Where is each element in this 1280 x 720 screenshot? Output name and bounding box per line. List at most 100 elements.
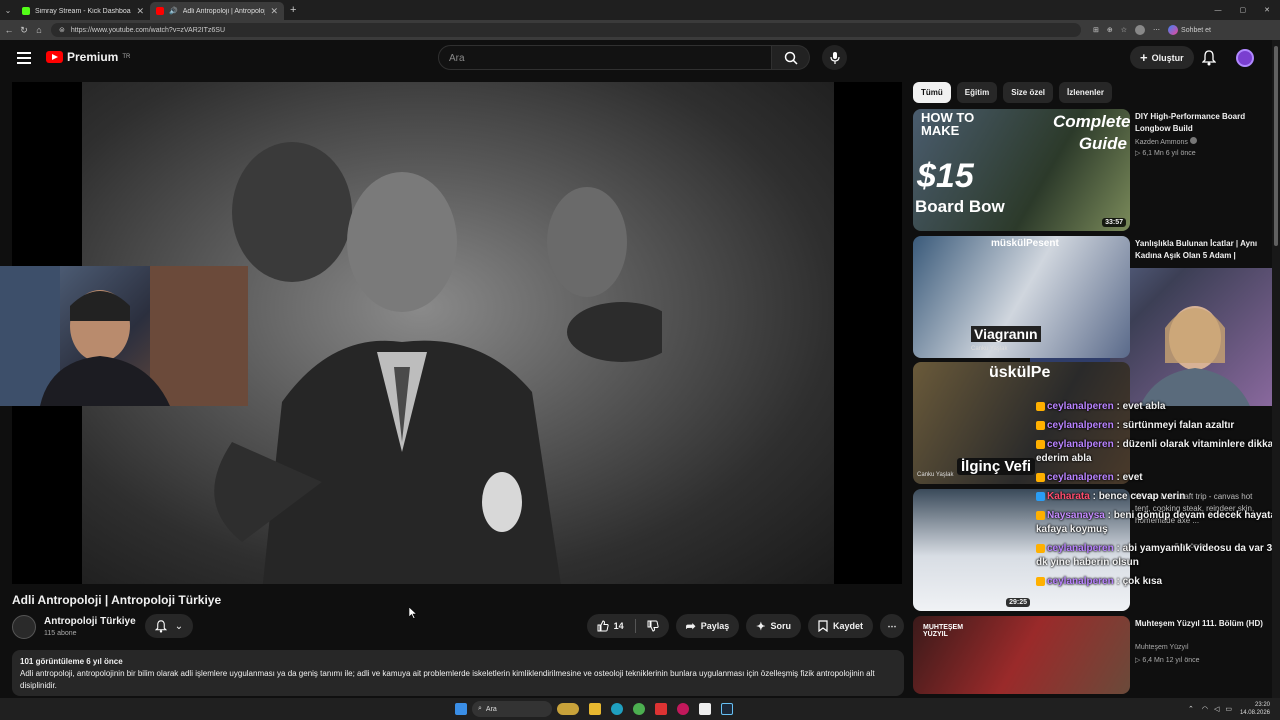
like-button[interactable]: 14 xyxy=(586,614,669,638)
search-button[interactable] xyxy=(772,45,810,70)
channel-name[interactable]: Kazden Ammons xyxy=(1135,137,1197,146)
windows-taskbar: ⌕ Ara ⌃ ◠ ◁ ▭ 23:20 14.08.2026 xyxy=(0,698,1280,720)
chip-education[interactable]: Eğitim xyxy=(956,82,998,103)
more-actions-button[interactable]: ⋯ xyxy=(880,614,904,638)
video-thumbnail[interactable]: HOW TO MAKE $15 Board Bow Complete Guide… xyxy=(913,109,1130,231)
youtube-icon xyxy=(156,7,164,15)
recommended-video[interactable]: MUHTEŞEM YÜZYIL Muhteşem Yüzyıl 111. Böl… xyxy=(913,616,1268,694)
page-scrollbar[interactable] xyxy=(1272,40,1280,698)
stream-chat-overlay: ceylanalperen : evet abla ceylanalperen … xyxy=(1036,400,1280,594)
account-avatar[interactable] xyxy=(1236,49,1254,67)
notifications-icon[interactable] xyxy=(1202,50,1216,66)
channel-name[interactable]: Muhteşem Yüzyıl xyxy=(1135,644,1189,651)
thumbs-up-icon xyxy=(597,620,609,632)
speaker-icon[interactable]: 🔊 xyxy=(169,7,178,15)
gallery-app-icon[interactable] xyxy=(676,703,689,715)
close-window-icon[interactable]: ✕ xyxy=(1264,6,1270,14)
thumbnail-text: Viagranın xyxy=(971,326,1041,342)
channel-name[interactable]: Antropoloji Türkiye xyxy=(44,616,136,627)
media-app-icon[interactable] xyxy=(654,703,667,715)
chat-label[interactable]: Sohbet et xyxy=(1181,27,1211,34)
clock-time: 23:20 xyxy=(1254,702,1270,708)
chat-message: ceylanalperen : abi yamyamlık videosu da… xyxy=(1036,543,1273,568)
thumbnail-text: müskülPesent xyxy=(991,238,1059,249)
steam-icon[interactable] xyxy=(720,703,733,715)
video-title[interactable]: Muhteşem Yüzyıl 111. Bölüm (HD) xyxy=(1135,618,1268,630)
file-explorer-icon[interactable] xyxy=(588,703,601,715)
video-thumbnail[interactable]: müskülPesent Viagranın Canku Yaşlak xyxy=(913,236,1130,358)
reload-icon[interactable]: ↻ xyxy=(18,25,30,36)
wifi-icon[interactable]: ◠ xyxy=(1202,705,1208,713)
video-title[interactable]: DIY High-Performance Board Longbow Build xyxy=(1135,111,1268,135)
tray-chevron-icon[interactable]: ⌃ xyxy=(1188,705,1194,713)
new-tab-icon[interactable]: + xyxy=(290,4,296,16)
chat-user: ceylanalperen xyxy=(1047,420,1114,431)
mouse-cursor-icon xyxy=(409,607,417,619)
share-button[interactable]: ➦ Paylaş xyxy=(675,614,740,638)
logo-region: TR xyxy=(122,54,131,60)
menu-icon[interactable] xyxy=(17,52,31,64)
chat-user: Naysanaysa xyxy=(1047,510,1105,521)
site-info-icon[interactable]: ⊜ xyxy=(59,26,65,34)
thumbnail-text: HOW TO MAKE xyxy=(921,110,975,138)
recommended-video[interactable]: HOW TO MAKE $15 Board Bow Complete Guide… xyxy=(913,109,1268,231)
voice-search-button[interactable] xyxy=(822,45,847,70)
favorite-icon[interactable]: ☆ xyxy=(1121,26,1127,34)
chat-message: Kaharata : bence cevap verin xyxy=(1036,490,1280,504)
video-meta: ▷ 6,1 Mn 6 yıl önce xyxy=(1135,150,1196,157)
kick-icon xyxy=(22,7,30,15)
description-box[interactable]: 101 görüntüleme 6 yıl önce Adli antropol… xyxy=(12,650,904,696)
thumbnail-channel: Canku Yaşlak xyxy=(917,472,954,478)
views-meta: 101 görüntüleme 6 yıl önce xyxy=(20,657,123,666)
create-button[interactable]: + Oluştur xyxy=(1130,46,1194,69)
chat-text: sürtünmeyi falan azaltır xyxy=(1122,420,1235,431)
chat-user: ceylanalperen xyxy=(1047,439,1114,450)
video-title[interactable]: Yanlışlıkla Bulunan İcatlar | Aynı Kadın… xyxy=(1135,238,1268,262)
notepad-icon[interactable] xyxy=(698,703,711,715)
taskbar-search[interactable]: ⌕ Ara xyxy=(471,701,552,717)
tab-menu-icon[interactable]: ⌄ xyxy=(0,6,16,15)
thumbs-down-icon[interactable] xyxy=(647,620,659,632)
ask-button[interactable]: ✦ Soru xyxy=(746,614,801,638)
youtube-play-icon xyxy=(46,51,63,63)
url-field[interactable]: ⊜ https://www.youtube.com/watch?v=zVAR2I… xyxy=(51,23,1081,37)
badge-icon xyxy=(1036,439,1045,449)
youtube-logo[interactable]: Premium TR xyxy=(46,50,130,64)
video-thumbnail[interactable]: MUHTEŞEM YÜZYIL xyxy=(913,616,1130,694)
chat-text: evet abla xyxy=(1122,401,1166,412)
channel-avatar[interactable] xyxy=(12,615,36,639)
address-bar-row: ← ↻ ⌂ ⊜ https://www.youtube.com/watch?v=… xyxy=(0,20,1280,40)
close-tab-icon[interactable]: ✕ xyxy=(270,6,278,17)
search-bar: Ara xyxy=(438,45,810,70)
chat-user: ceylanalperen xyxy=(1047,576,1114,587)
chip-watched[interactable]: İzlenenler xyxy=(1059,82,1112,103)
extensions-icon[interactable]: ⊞ xyxy=(1093,26,1099,34)
minimize-icon[interactable]: — xyxy=(1215,7,1222,14)
chip-all[interactable]: Tümü xyxy=(913,82,951,103)
profile-icon[interactable] xyxy=(1135,25,1146,35)
maximize-icon[interactable]: ▢ xyxy=(1240,6,1247,14)
copilot-icon[interactable] xyxy=(1168,25,1179,35)
volume-icon[interactable]: ◁ xyxy=(1214,705,1219,713)
video-still-image xyxy=(214,142,662,584)
search-input[interactable]: Ara xyxy=(438,45,772,70)
chat-message: ceylanalperen : evet abla xyxy=(1036,400,1280,414)
scrollbar-thumb[interactable] xyxy=(1274,46,1278,246)
taskbar-clock[interactable]: 23:20 14.08.2026 xyxy=(1240,701,1270,717)
recommended-video[interactable]: müskülPesent Viagranın Canku Yaşlak Yanl… xyxy=(913,236,1268,358)
subscription-bell-button[interactable]: ⌄ xyxy=(145,614,193,638)
more-icon[interactable]: ⋯ xyxy=(1153,26,1160,34)
home-icon[interactable]: ⌂ xyxy=(33,25,45,35)
chrome-icon[interactable] xyxy=(632,703,645,715)
tab-kick-dashboard[interactable]: Simray Stream - Kick Dashboard ✕ xyxy=(16,2,150,20)
save-button[interactable]: Kaydet xyxy=(807,614,873,638)
edge-icon[interactable] xyxy=(610,703,623,715)
close-tab-icon[interactable]: ✕ xyxy=(136,6,144,17)
tab-youtube[interactable]: 🔊 Adli Antropoloji | Antropoloji ✕ xyxy=(150,2,284,20)
zoom-icon[interactable]: ⊕ xyxy=(1107,26,1113,34)
windows-start-icon[interactable] xyxy=(454,703,467,715)
battery-icon[interactable]: ▭ xyxy=(1225,705,1232,713)
back-icon[interactable]: ← xyxy=(3,25,15,35)
chip-for-you[interactable]: Size özel xyxy=(1003,82,1054,103)
widgets-icon[interactable] xyxy=(556,703,579,715)
